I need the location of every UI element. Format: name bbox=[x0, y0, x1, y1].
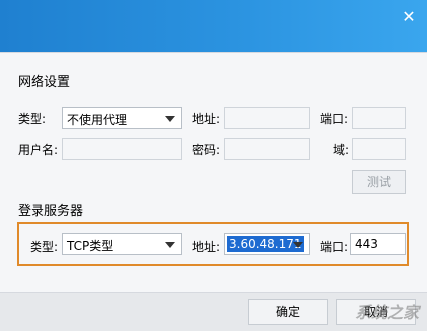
username-input[interactable] bbox=[62, 138, 182, 160]
test-button[interactable]: 测试 bbox=[352, 170, 406, 194]
server-port-label: 端口: bbox=[320, 240, 349, 254]
domain-input[interactable] bbox=[352, 138, 406, 160]
close-icon[interactable]: ✕ bbox=[399, 8, 419, 28]
server-port-input[interactable]: 443 bbox=[350, 233, 406, 255]
username-label: 用户名: bbox=[18, 143, 59, 157]
server-address-input[interactable]: 3.60.48.171 bbox=[224, 233, 310, 255]
server-type-label: 类型: bbox=[30, 240, 59, 254]
domain-label: 域: bbox=[333, 143, 350, 157]
server-port-value: 443 bbox=[355, 237, 378, 251]
proxy-type-select[interactable]: 不使用代理 bbox=[62, 107, 182, 129]
proxy-type-label: 类型: bbox=[18, 112, 47, 126]
chevron-down-icon bbox=[165, 116, 175, 122]
chevron-down-icon bbox=[165, 242, 175, 248]
settings-panel: 网络设置 类型: 不使用代理 地址: 端口: 用户名: 密码: 域: 测试 登录… bbox=[0, 52, 427, 331]
server-address-label: 地址: bbox=[192, 240, 221, 254]
chevron-down-icon bbox=[293, 242, 303, 248]
proxy-port-input[interactable] bbox=[352, 107, 406, 129]
proxy-port-label: 端口: bbox=[320, 112, 349, 126]
server-type-value: TCP类型 bbox=[67, 239, 114, 253]
password-input[interactable] bbox=[224, 138, 310, 160]
proxy-type-value: 不使用代理 bbox=[67, 113, 128, 127]
network-settings-title: 网络设置 bbox=[18, 75, 71, 90]
password-label: 密码: bbox=[192, 143, 221, 157]
watermark-logo: 系统之家 bbox=[354, 303, 419, 322]
server-type-select[interactable]: TCP类型 bbox=[62, 233, 182, 255]
title-bar: ✕ bbox=[0, 0, 427, 52]
login-server-title: 登录服务器 bbox=[18, 204, 84, 219]
confirm-button[interactable]: 确定 bbox=[248, 299, 328, 325]
dialog-footer: 确定 取消 系统之家 bbox=[0, 292, 427, 331]
proxy-address-input[interactable] bbox=[224, 107, 310, 129]
proxy-address-label: 地址: bbox=[192, 112, 221, 126]
